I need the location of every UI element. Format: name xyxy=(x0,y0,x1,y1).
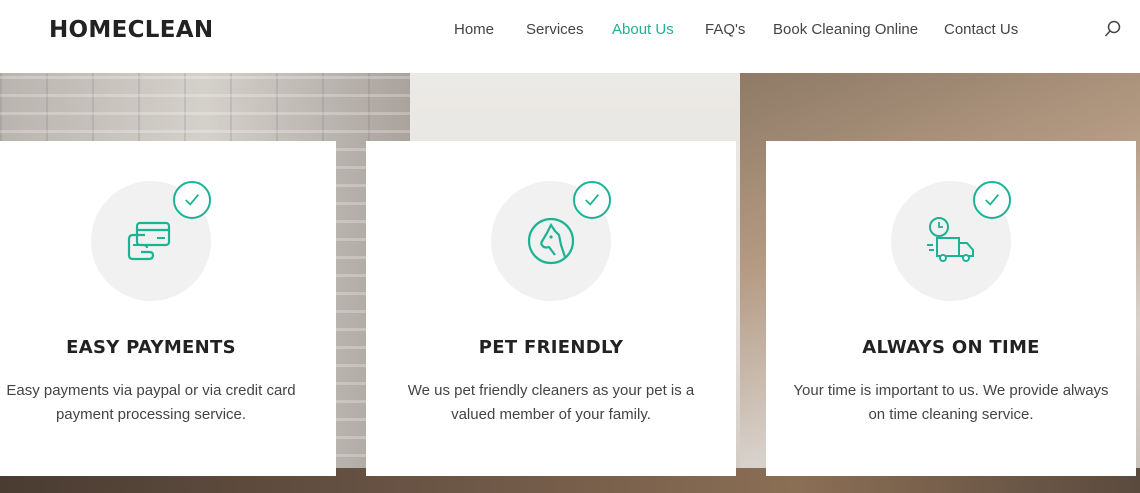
site-logo[interactable]: HOMECLEAN xyxy=(49,17,213,43)
nav-item-about-us[interactable]: About Us xyxy=(612,21,674,38)
card-title: PET FRIENDLY xyxy=(478,337,624,358)
card-description: Easy payments via paypal or via credit c… xyxy=(6,382,296,423)
feature-card-easy-payments: EASY PAYMENTS Easy payments via paypal o… xyxy=(0,141,336,476)
credit-card-icon xyxy=(127,221,171,261)
pet-dog-icon xyxy=(527,217,575,265)
card-description: Your time is important to us. We provide… xyxy=(793,382,1109,423)
nav-item-faqs[interactable]: FAQ's xyxy=(705,21,745,38)
nav-item-home[interactable]: Home xyxy=(454,21,494,38)
search-icon[interactable] xyxy=(1104,20,1122,38)
card-title: EASY PAYMENTS xyxy=(66,337,236,358)
feature-card-pet-friendly: PET FRIENDLY We us pet friendly cleaners… xyxy=(366,141,736,476)
site-header: HOMECLEAN Home Services About Us FAQ's B… xyxy=(0,0,1140,73)
card-description: We us pet friendly cleaners as your pet … xyxy=(407,382,695,423)
nav-item-services[interactable]: Services xyxy=(526,21,584,38)
delivery-truck-clock-icon xyxy=(927,217,974,262)
feature-card-always-on-time: ALWAYS ON TIME Your time is important to… xyxy=(766,141,1136,476)
card-title: ALWAYS ON TIME xyxy=(862,337,1040,358)
nav-item-book-cleaning-online[interactable]: Book Cleaning Online xyxy=(773,21,918,38)
nav-item-contact-us[interactable]: Contact Us xyxy=(944,21,1018,38)
